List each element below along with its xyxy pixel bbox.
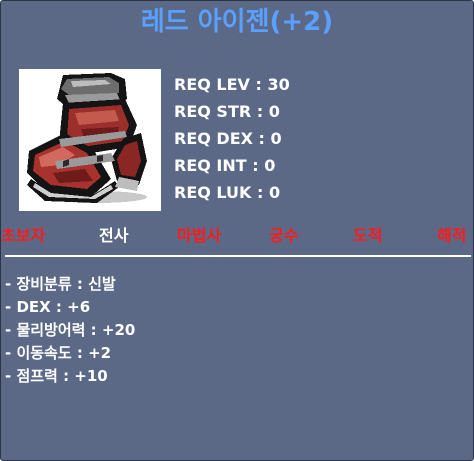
requirements-list: REQ LEV : 30 REQ STR : 0 REQ DEX : 0 REQ… xyxy=(174,71,290,206)
class-warrior: 전사 xyxy=(99,226,129,245)
req-dex: REQ DEX : 0 xyxy=(174,129,282,148)
red-boots-icon xyxy=(27,73,147,203)
stat-dex: - DEX : +6 xyxy=(5,298,91,316)
req-str: REQ STR : 0 xyxy=(174,102,280,121)
item-tooltip: 레드 아이젠(+2) REQ LEV: 30 REQ STR: 0 REQ … xyxy=(0,0,474,461)
stats-list: - 장비분류 : 신발 - DEX : +6 - 물리방어력 : +20 - 이… xyxy=(5,273,135,388)
section-divider xyxy=(5,255,471,257)
stat-equip-category: - 장비분류 : 신발 xyxy=(5,275,116,293)
stat-jump: - 점프력 : +10 xyxy=(5,367,108,385)
stat-move-speed: - 이동속도 : +2 xyxy=(5,344,112,362)
class-bowman: 궁수 xyxy=(269,226,299,245)
class-pirate: 해적 xyxy=(437,226,467,245)
req-level: REQ LEV : 30 xyxy=(174,75,290,94)
class-availability-row: 초보자 전사 마법사 궁수 도적 해적 xyxy=(1,223,473,249)
item-icon-frame xyxy=(19,69,161,211)
item-name: 레드 아이젠(+2) xyxy=(140,7,334,37)
class-beginner: 초보자 xyxy=(1,226,46,245)
req-luk: REQ LUK : 0 xyxy=(174,183,281,202)
stat-physical-defense: - 물리방어력 : +20 xyxy=(5,321,136,339)
req-int: REQ INT : 0 xyxy=(174,156,276,175)
class-magician: 마법사 xyxy=(177,226,222,245)
class-thief: 도적 xyxy=(353,226,383,245)
